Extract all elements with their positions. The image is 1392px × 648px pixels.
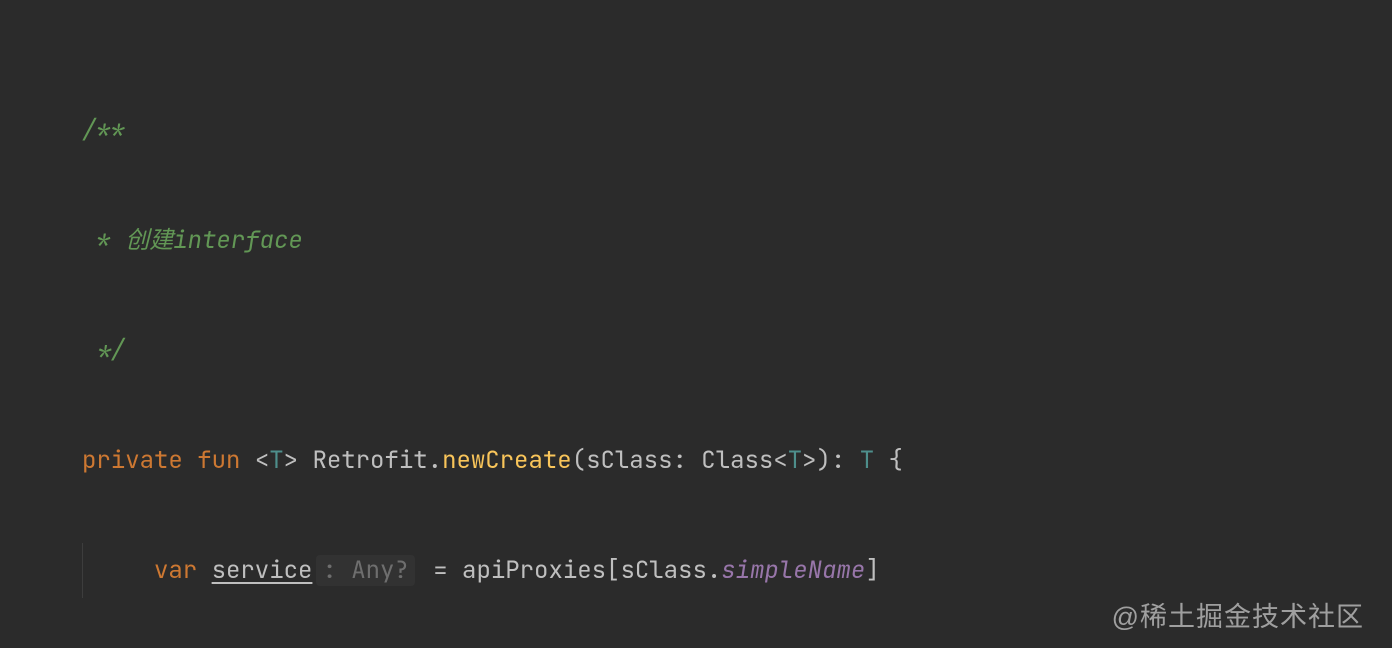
keyword-private: private xyxy=(82,445,183,476)
doc-comment: */ xyxy=(82,335,125,366)
param-name: sClass xyxy=(586,445,672,476)
keyword-var: var xyxy=(154,555,197,586)
code-line: */ xyxy=(82,323,1392,378)
code-line: * 创建interface xyxy=(82,213,1392,268)
code-line: private fun <T> Retrofit.newCreate(sClas… xyxy=(82,433,1392,488)
doc-comment: * 创建interface xyxy=(82,225,303,256)
code-line: var service: Any? = apiProxies[sClass.si… xyxy=(82,543,1392,598)
watermark-text: @稀土掘金技术社区 xyxy=(1112,595,1364,634)
code-editor[interactable]: /** * 创建interface */ private fun <T> Ret… xyxy=(0,0,1392,648)
keyword-fun: fun xyxy=(197,445,240,476)
return-type: T xyxy=(860,445,874,476)
class-name: Retrofit xyxy=(312,445,427,476)
type-param: T xyxy=(269,445,283,476)
doc-comment: /** xyxy=(82,115,125,146)
variable-apiproxies: apiProxies xyxy=(462,555,606,586)
function-name: newCreate xyxy=(442,445,572,476)
type-hint: : Any? xyxy=(316,555,414,586)
param-type: Class xyxy=(701,445,773,476)
property-simplename: simpleName xyxy=(721,555,865,586)
variable-service: service xyxy=(212,555,313,586)
code-line: /** xyxy=(82,103,1392,158)
